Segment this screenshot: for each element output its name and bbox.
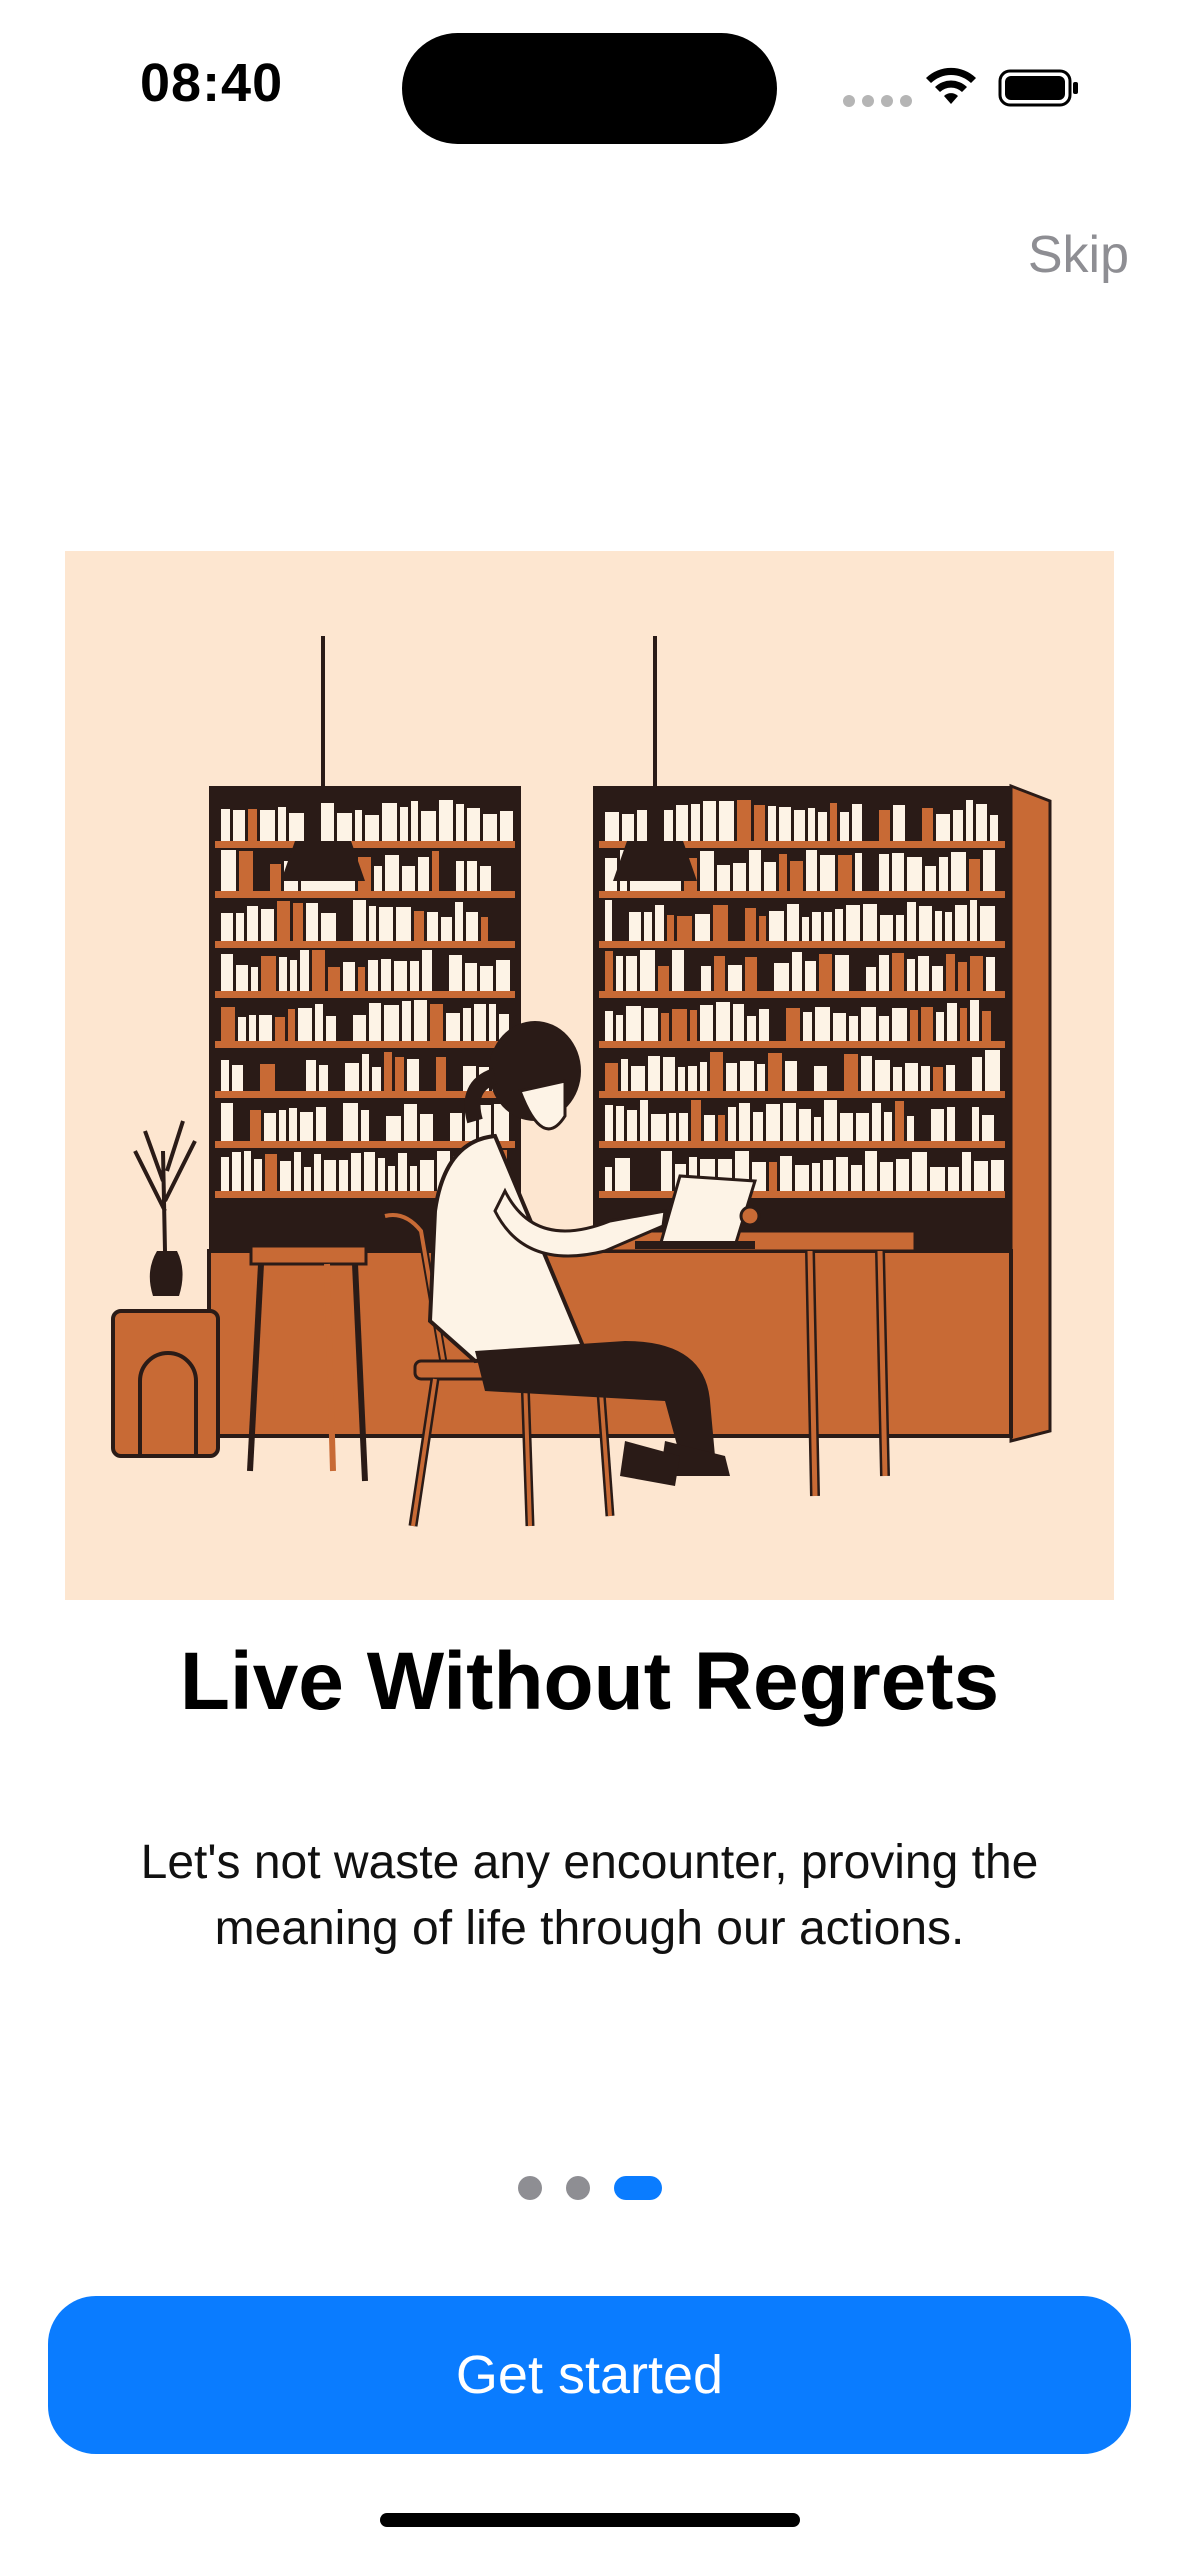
onboarding-title: Live Without Regrets xyxy=(179,1636,1000,1727)
page-indicator[interactable] xyxy=(0,2176,1179,2200)
dynamic-island xyxy=(402,33,777,144)
signal-icon xyxy=(843,95,912,107)
skip-button[interactable]: Skip xyxy=(1028,225,1129,285)
page-dot-1[interactable] xyxy=(517,2176,542,2200)
home-indicator[interactable] xyxy=(380,2513,800,2527)
get-started-button[interactable]: Get started xyxy=(48,2296,1131,2454)
onboarding-screen: 08:40 Skip Live Without Regrets Let's no… xyxy=(0,0,1179,2556)
library-reading-illustration xyxy=(111,636,1052,1527)
wifi-icon xyxy=(926,67,976,104)
onboarding-subtitle: Let's not waste any encounter, proving t… xyxy=(140,1836,1039,1955)
battery-icon xyxy=(998,69,1078,107)
page-dot-2[interactable] xyxy=(565,2176,590,2200)
onboarding-illustration xyxy=(65,551,1114,1600)
page-dot-3-active[interactable] xyxy=(613,2176,662,2200)
status-time: 08:40 xyxy=(140,53,284,113)
